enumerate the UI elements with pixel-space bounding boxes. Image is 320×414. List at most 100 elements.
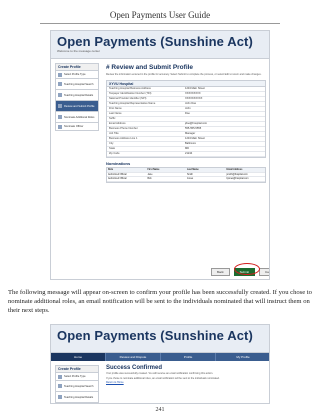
success-main: Success Confirmed Your profile was succe…	[106, 365, 266, 385]
field-label: Business Phone Number	[109, 127, 138, 131]
table-cell: jsmith@hospital.com	[226, 173, 248, 176]
nav-item[interactable]: Select Profile Type	[55, 373, 99, 381]
field-label: Email Address	[109, 122, 126, 126]
success-screenshot: Open Payments (Sunshine Act) Home Review …	[50, 324, 270, 404]
tab-item[interactable]: Review and Dispute	[106, 353, 161, 361]
return-home-link[interactable]: Return to Home	[106, 381, 124, 384]
column-header: First Name	[147, 169, 160, 172]
profile-card: XYVU Hospital Teaching Hospital Business…	[106, 80, 266, 159]
step-icon	[58, 384, 62, 388]
field-value: Doe	[185, 112, 190, 116]
nav-item-label: Teaching Hospital Details	[64, 93, 94, 97]
nav-item-label: Select Profile Type	[64, 72, 86, 76]
nav-item[interactable]: Teaching Hospital Search	[55, 381, 99, 392]
step-icon	[58, 115, 62, 119]
nav-item[interactable]: Nominate Additional Roles	[55, 112, 99, 123]
field-label: Business Address Line 1	[109, 137, 138, 141]
tab-item[interactable]: Profile	[161, 353, 216, 361]
step-icon	[58, 72, 62, 77]
table-row: Authorized Official Bob Jones bjones@hospit…	[107, 177, 265, 182]
nav-item-label: Select Profile Type	[64, 374, 86, 378]
nav-item-label: Nominate Officer	[64, 124, 84, 128]
table-cell: Authorized Official	[108, 173, 127, 176]
field-label: City	[109, 142, 114, 146]
step-icon	[58, 82, 62, 86]
doc-header: Open Payments User Guide	[109, 10, 211, 20]
banner-title: Open Payments (Sunshine Act)	[57, 34, 253, 49]
column-header: Role	[108, 169, 113, 172]
field-label: Taxpayer Identification Number (TIN)	[109, 92, 152, 96]
column-header: Email Address	[226, 169, 243, 172]
table-cell: Bob	[147, 178, 152, 181]
column-header: Last Name	[187, 169, 199, 172]
field-value: Baltimore	[185, 142, 196, 146]
step-icon	[58, 395, 62, 399]
nominations-title: Nominations	[106, 161, 131, 167]
create-profile-nav: Create Profile Select Profile Type Teachi…	[55, 365, 99, 404]
tab-item[interactable]: My Profile	[216, 353, 269, 361]
field-value: Manager	[185, 132, 196, 136]
nav-item[interactable]: Teaching Hospital Details	[55, 90, 99, 101]
page-title: # Review and Submit Profile	[106, 64, 194, 71]
nav-item[interactable]: Review and Submit Profile	[55, 101, 99, 112]
nav-heading: Create Profile	[55, 63, 99, 71]
banner-title: Open Payments (Sunshine Act)	[57, 328, 253, 343]
field-row: Zip Code 21244	[107, 152, 265, 158]
field-label: Zip Code	[109, 152, 120, 156]
field-value	[185, 117, 265, 121]
field-label: National Provider Identifier (NPI)	[109, 97, 147, 101]
nav-item[interactable]: Teaching Hospital Search	[55, 79, 99, 90]
nav-item-label: Nominate Additional Roles	[64, 115, 95, 119]
field-label: Teaching Hospital Business Address	[109, 87, 151, 91]
body-paragraph: The following message will appear on-scr…	[8, 289, 312, 314]
table-cell: Jane	[147, 173, 153, 176]
field-label: Last Name	[109, 112, 122, 116]
banner: Open Payments (Sunshine Act) Welcome to …	[51, 31, 269, 59]
table-cell: Authorized Official	[108, 178, 127, 181]
field-value: jdoe@hospital.com	[185, 122, 208, 126]
field-value: 555-555-5555	[185, 127, 202, 131]
field-value: John Doe	[185, 102, 197, 106]
nav-heading: Create Profile	[55, 365, 99, 373]
field-value: MD	[185, 147, 190, 151]
page-description: Review the information entered in the pr…	[106, 73, 262, 76]
field-label: First Name	[109, 107, 122, 111]
table-cell: bjones@hospital.com	[226, 178, 249, 181]
submit-highlight-circle	[234, 263, 260, 275]
success-line-2: If you chose to nominate additional role…	[106, 376, 220, 380]
banner: Open Payments (Sunshine Act)	[51, 325, 269, 353]
nav-item[interactable]: Review and Submit Profile	[55, 403, 99, 404]
nav-item-label: Teaching Hospital Details	[64, 395, 94, 399]
step-icon	[58, 93, 62, 97]
nav-item[interactable]: Teaching Hospital Details	[55, 392, 99, 403]
table-cell: Jones	[187, 178, 194, 181]
field-value: John	[185, 107, 191, 111]
back-button[interactable]: Back	[211, 268, 230, 276]
field-label: Teaching Hospital Representative Name	[109, 102, 156, 106]
field-value: 1234 Main Street	[185, 137, 205, 141]
field-value: 21244	[185, 152, 193, 156]
nav-item-label: Review and Submit Profile	[64, 104, 95, 108]
tab-item[interactable]: Home	[51, 353, 106, 361]
field-label: State	[109, 147, 116, 151]
nominations-table: Role First Name Last Name Email Address Aut…	[106, 167, 266, 183]
top-nav-tabs: Home Review and Dispute Profile My Profile	[51, 353, 269, 361]
field-label: Suffix	[109, 117, 116, 121]
success-title: Success Confirmed	[106, 365, 163, 371]
create-profile-nav: Create Profile Select Profile Type Teachi…	[55, 63, 99, 131]
field-value: XXXXXXXXXX	[185, 97, 203, 101]
success-line-1: Your profile was successfully created. Y…	[106, 372, 214, 375]
review-profile-screenshot: Open Payments (Sunshine Act) Welcome to …	[50, 30, 270, 280]
step-icon	[58, 124, 62, 129]
field-value: XXXXXXXXX	[185, 92, 201, 96]
nav-item-label: Teaching Hospital Search	[64, 384, 94, 388]
nav-item[interactable]: Nominate Officer	[55, 123, 99, 131]
step-icon	[58, 374, 62, 379]
field-label: Job Title	[109, 132, 119, 136]
step-icon	[58, 104, 62, 108]
page-number: 241	[155, 407, 165, 413]
cancel-button[interactable]: Cancel	[259, 268, 269, 276]
nav-item[interactable]: Select Profile Type	[55, 71, 99, 79]
banner-subtitle: Welcome to the message center	[57, 49, 100, 53]
review-main: # Review and Submit Profile Review the i…	[106, 64, 266, 183]
